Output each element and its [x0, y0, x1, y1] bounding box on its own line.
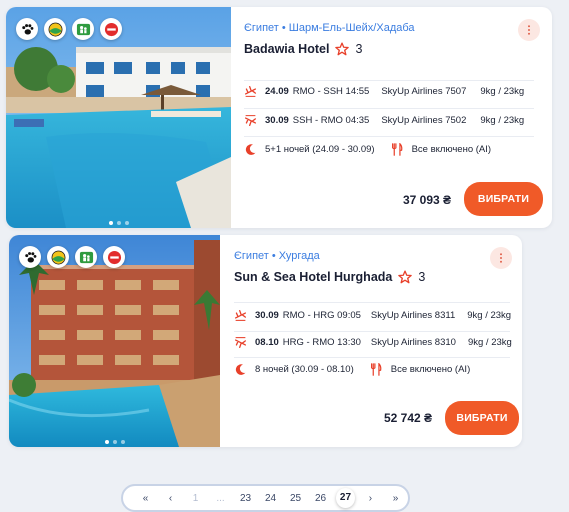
page-27-current[interactable]: 27 [336, 488, 355, 508]
page-25[interactable]: 25 [283, 493, 308, 504]
more-options-button[interactable] [490, 247, 512, 269]
family-icon [76, 23, 90, 35]
moon-icon [245, 144, 256, 155]
moon-icon [235, 364, 246, 375]
price: 37 093 ₴ [403, 193, 452, 207]
page-26[interactable]: 26 [308, 493, 333, 504]
flight-airline: SkyUp Airlines 7502 [381, 115, 467, 126]
flight-date: 24.09 [265, 86, 289, 97]
tour-card[interactable]: Єгипет • Шарм-Ель-Шейх/Хадаба Badawia Ho… [6, 7, 552, 228]
paw-icon [21, 23, 33, 34]
hotel-title[interactable]: Badawia Hotel 3 [244, 42, 362, 56]
divider [234, 357, 510, 358]
hotel-photo[interactable] [6, 7, 231, 228]
hotel-photo[interactable] [9, 235, 220, 447]
meals: Все включено (AI) [411, 144, 492, 155]
meals-icon [391, 143, 402, 156]
page-24[interactable]: 24 [258, 493, 283, 504]
flight-airline: SkyUp Airlines 7507 [381, 86, 467, 97]
location[interactable]: Єгипет • Шарм-Ель-Шейх/Хадаба [244, 22, 415, 34]
paw-icon [24, 251, 36, 262]
outbound-flight: 24.09 RMO - SSH 14:55 SkyUp Airlines 750… [244, 85, 524, 98]
select-button[interactable]: ВИБРАТИ [464, 182, 543, 216]
meals: Все включено (AI) [390, 364, 471, 375]
first-page-button[interactable]: « [133, 493, 158, 504]
flight-baggage: 9kg / 23kg [467, 337, 512, 348]
nights: 8 ночей (30.09 - 08.10) [255, 364, 354, 375]
divider [244, 108, 534, 109]
offer-icon [107, 250, 121, 264]
page-23[interactable]: 23 [233, 493, 258, 504]
beach-badge [47, 246, 69, 268]
select-button[interactable]: ВИБРАТИ [445, 401, 519, 435]
flight-date: 30.09 [265, 115, 289, 126]
hotel-name[interactable]: Sun & Sea Hotel Hurghada [234, 270, 392, 284]
nights: 5+1 ночей (24.09 - 30.09) [265, 144, 375, 155]
star-rating: 3 [418, 270, 426, 284]
hotel-photo-image [6, 7, 231, 228]
more-options-button[interactable] [518, 19, 540, 41]
more-vertical-icon [500, 253, 502, 263]
plane-depart-icon [234, 309, 247, 321]
offer-icon [104, 22, 118, 36]
pagination: « ‹ 1 ... 23 24 25 26 27 › » [121, 484, 410, 512]
pets-badge [16, 18, 38, 40]
divider [234, 331, 510, 332]
star-rating: 3 [355, 42, 363, 56]
tour-card[interactable]: Єгипет • Хургада Sun & Sea Hotel Hurghad… [9, 235, 522, 447]
page-1[interactable]: 1 [183, 493, 208, 504]
return-flight: 30.09 SSH - RMO 04:35 SkyUp Airlines 750… [244, 114, 524, 127]
flight-baggage: 9kg / 23kg [480, 86, 525, 97]
ball-icon [48, 22, 62, 36]
star-icon [335, 42, 350, 56]
stay-details: 8 ночей (30.09 - 08.10) Все включено (AI… [234, 363, 470, 376]
prev-page-button[interactable]: ‹ [158, 493, 183, 504]
flight-airline: SkyUp Airlines 8311 [370, 310, 456, 321]
flight-baggage: 9kg / 23kg [467, 310, 512, 321]
return-flight: 08.10 HRG - RMO 13:30 SkyUp Airlines 831… [234, 336, 512, 349]
tour-info: Єгипет • Хургада Sun & Sea Hotel Hurghad… [234, 235, 522, 447]
family-badge [72, 18, 94, 40]
divider [244, 136, 534, 137]
price: 52 742 ₴ [384, 411, 433, 425]
last-page-button[interactable]: » [383, 493, 408, 504]
flight-date: 08.10 [255, 337, 279, 348]
plane-return-icon [234, 337, 247, 349]
flight-route: RMO - SSH 14:55 [292, 86, 370, 97]
flight-date: 30.09 [255, 310, 279, 321]
feature-badges [16, 18, 122, 40]
flight-airline: SkyUp Airlines 8310 [370, 337, 456, 348]
hot-offer-badge [100, 18, 122, 40]
ball-icon [51, 250, 65, 264]
hotel-name[interactable]: Badawia Hotel [244, 42, 329, 56]
family-icon [79, 251, 93, 263]
flight-route: HRG - RMO 13:30 [282, 337, 361, 348]
plane-depart-icon [244, 85, 257, 97]
family-badge [75, 246, 97, 268]
stay-details: 5+1 ночей (24.09 - 30.09) Все включено (… [244, 143, 491, 156]
photo-carousel-dots[interactable] [9, 440, 220, 444]
next-page-button[interactable]: › [358, 493, 383, 504]
feature-badges [19, 246, 125, 268]
flight-route: SSH - RMO 04:35 [292, 115, 370, 126]
more-vertical-icon [528, 25, 530, 35]
photo-carousel-dots[interactable] [6, 221, 231, 225]
pets-badge [19, 246, 41, 268]
flight-route: RMO - HRG 09:05 [282, 310, 361, 321]
pagination-ellipsis: ... [216, 492, 225, 504]
plane-return-icon [244, 115, 257, 127]
hot-offer-badge [103, 246, 125, 268]
beach-badge [44, 18, 66, 40]
outbound-flight: 30.09 RMO - HRG 09:05 SkyUp Airlines 831… [234, 309, 511, 322]
divider [234, 302, 510, 303]
divider [244, 80, 534, 81]
flight-baggage: 9kg / 23kg [480, 115, 525, 126]
meals-icon [370, 363, 382, 376]
star-icon [398, 270, 413, 284]
hotel-title[interactable]: Sun & Sea Hotel Hurghada 3 [234, 270, 425, 284]
tour-info: Єгипет • Шарм-Ель-Шейх/Хадаба Badawia Ho… [244, 7, 552, 228]
location[interactable]: Єгипет • Хургада [234, 250, 320, 262]
